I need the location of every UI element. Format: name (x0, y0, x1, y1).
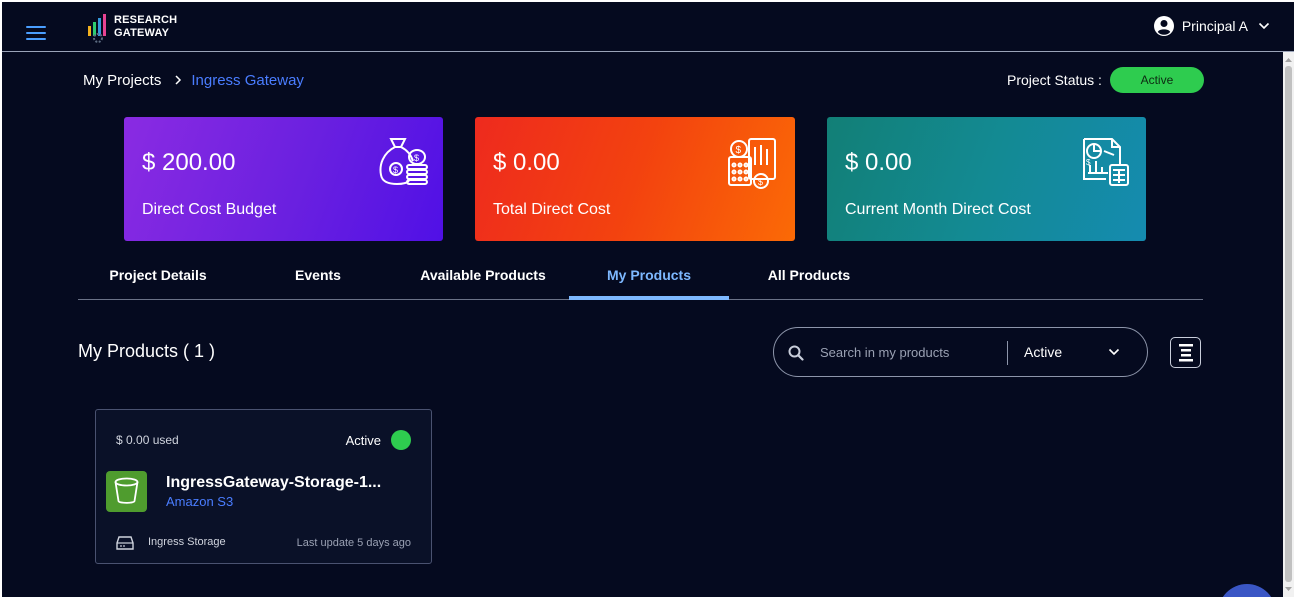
product-used-cost: $ 0.00 used (116, 433, 179, 447)
breadcrumb-current-project[interactable]: Ingress Gateway (191, 72, 304, 89)
search-icon (788, 345, 804, 361)
status-badge: Active (1109, 67, 1204, 93)
tab-all-products[interactable]: All Products (729, 258, 889, 298)
logo-text: RESEARCH GATEWAY (114, 14, 177, 40)
status-filter-dropdown[interactable]: Active (1024, 340, 1134, 364)
card-label: Direct Cost Budget (142, 201, 277, 218)
search-divider (1007, 341, 1008, 365)
user-avatar-icon (1153, 16, 1174, 36)
hamburger-menu-icon[interactable] (26, 26, 46, 40)
card-label: Total Direct Cost (493, 201, 611, 218)
products-title: My Products ( 1 ) (78, 341, 216, 361)
window-frame-left (0, 0, 2, 599)
chevron-down-icon (1108, 348, 1120, 356)
top-header: RESEARCH GATEWAY Principal A (2, 2, 1294, 52)
user-menu[interactable]: Principal A (1153, 14, 1270, 38)
product-card[interactable]: $ 0.00 used Active IngressGateway-Storag… (95, 409, 432, 564)
svg-text:$: $ (393, 165, 398, 175)
storage-drive-icon (116, 536, 134, 550)
project-status-label: Project Status : (1007, 72, 1102, 88)
product-last-update: Last update 5 days ago (296, 537, 411, 549)
svg-text:$: $ (414, 153, 419, 163)
product-type[interactable]: Amazon S3 (166, 494, 233, 509)
logo-line-1: RESEARCH (114, 14, 178, 26)
product-status-label: Active (345, 432, 381, 448)
search-input[interactable] (820, 340, 1000, 364)
scroll-down-arrow-icon[interactable] (1283, 585, 1294, 593)
amazon-s3-bucket-icon (106, 471, 147, 512)
direct-cost-budget-card: $ 200.00 Direct Cost Budget $ $ (124, 117, 443, 241)
project-tabs: Project Details Events Available Product… (78, 258, 1203, 300)
project-status: Project Status : Active (1007, 67, 1204, 93)
svg-text:$: $ (1086, 158, 1091, 167)
money-bag-icon: $ $ (379, 138, 428, 186)
status-dot-icon (391, 430, 411, 450)
chevron-down-icon[interactable] (1258, 20, 1270, 32)
page-scrollbar[interactable] (1283, 52, 1294, 597)
svg-text:$: $ (736, 145, 742, 156)
report-chart-icon: $ (1083, 138, 1129, 186)
tab-my-products[interactable]: My Products (569, 258, 729, 300)
tab-available-products[interactable]: Available Products (403, 258, 563, 298)
tab-project-details[interactable]: Project Details (78, 258, 238, 298)
scroll-up-arrow-icon[interactable] (1283, 56, 1294, 64)
card-label: Current Month Direct Cost (845, 201, 1031, 218)
current-month-direct-cost-card: $ 0.00 Current Month Direct Cost $ (827, 117, 1146, 241)
research-gateway-logo[interactable]: RESEARCH GATEWAY (86, 10, 186, 46)
list-view-button[interactable] (1170, 337, 1201, 368)
product-status: Active (346, 430, 411, 450)
tab-events[interactable]: Events (238, 258, 398, 298)
scrollbar-thumb[interactable] (1285, 66, 1292, 582)
list-view-icon (1179, 344, 1193, 362)
logo-line-2: GATEWAY (114, 27, 170, 39)
user-name: Principal A (1181, 18, 1248, 34)
breadcrumb: My Projects Ingress Gateway (83, 70, 304, 90)
calculator-coins-icon: $ $ (728, 138, 776, 189)
breadcrumb-my-projects[interactable]: My Projects (83, 72, 161, 89)
logo-bars-icon (88, 14, 106, 43)
svg-text:$: $ (758, 177, 763, 187)
total-direct-cost-card: $ 0.00 Total Direct Cost $ $ (475, 117, 795, 241)
product-category: Ingress Storage (148, 536, 226, 548)
product-search-bar: Active (773, 327, 1148, 377)
chevron-right-icon (175, 75, 182, 85)
product-name[interactable]: IngressGateway-Storage-1... (166, 474, 381, 492)
